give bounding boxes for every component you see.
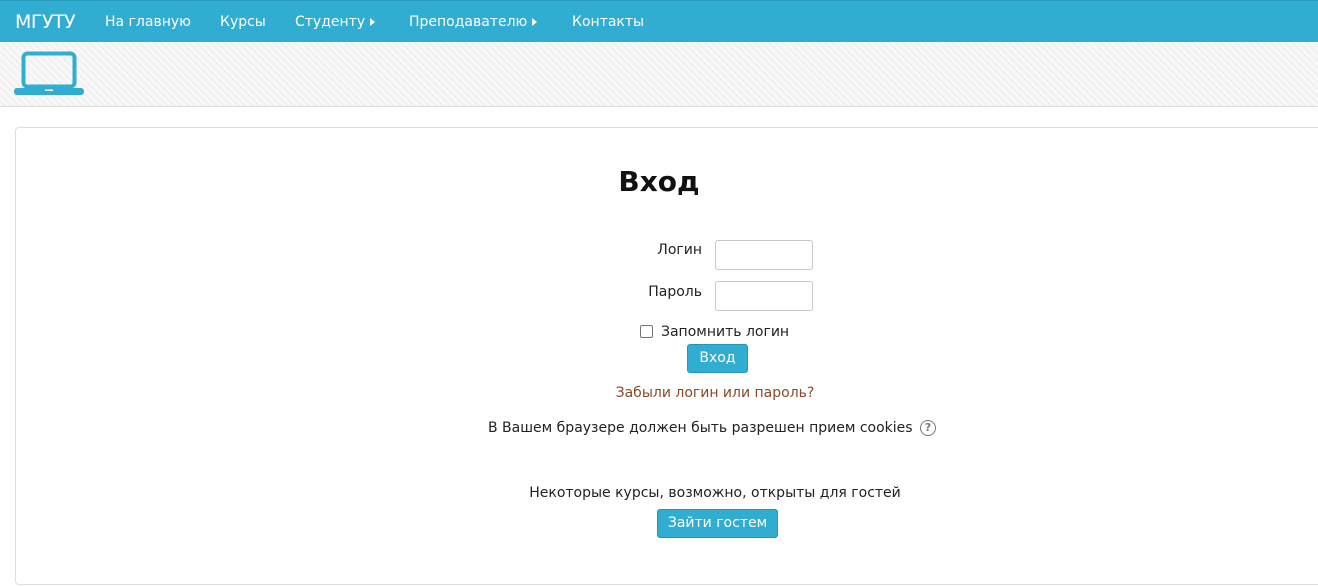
username-label: Логин [657,242,702,258]
nav-item-label: Контакты [572,14,645,30]
remember-checkbox[interactable] [640,325,653,338]
caret-right-icon [532,18,538,26]
header-band [0,42,1318,107]
password-label: Пароль [648,284,702,300]
nav-item-courses[interactable]: Курсы [220,14,266,30]
nav-item-home[interactable]: На главную [105,14,191,30]
top-navbar: МГУТУ На главную Курсы Студенту Преподав… [0,0,1318,42]
forgot-password-link[interactable]: Забыли логин или пароль? [0,385,1318,401]
nav-item-label: Курсы [220,14,266,30]
nav-item-label: Преподавателю [409,14,528,30]
remember-label[interactable]: Запомнить логин [661,324,789,340]
nav-item-teacher[interactable]: Преподавателю [409,14,538,30]
nav-item-label: Студенту [295,14,366,30]
caret-right-icon [370,18,376,26]
login-button[interactable]: Вход [687,344,748,373]
password-input[interactable] [715,281,813,311]
username-input[interactable] [715,240,813,270]
guest-login-button[interactable]: Зайти гостем [657,509,778,538]
question-circle-icon[interactable]: ? [920,420,936,436]
nav-item-contacts[interactable]: Контакты [572,14,644,30]
laptop-icon[interactable] [14,50,84,102]
brand-logo-text[interactable]: МГУТУ [15,11,76,33]
nav-item-student[interactable]: Студенту [295,14,376,30]
nav-item-label: На главную [105,14,191,30]
page-title: Вход [618,165,700,198]
cookies-notice: В Вашем браузере должен быть разрешен пр… [488,420,913,436]
guest-notice: Некоторые курсы, возможно, открыты для г… [529,485,901,501]
